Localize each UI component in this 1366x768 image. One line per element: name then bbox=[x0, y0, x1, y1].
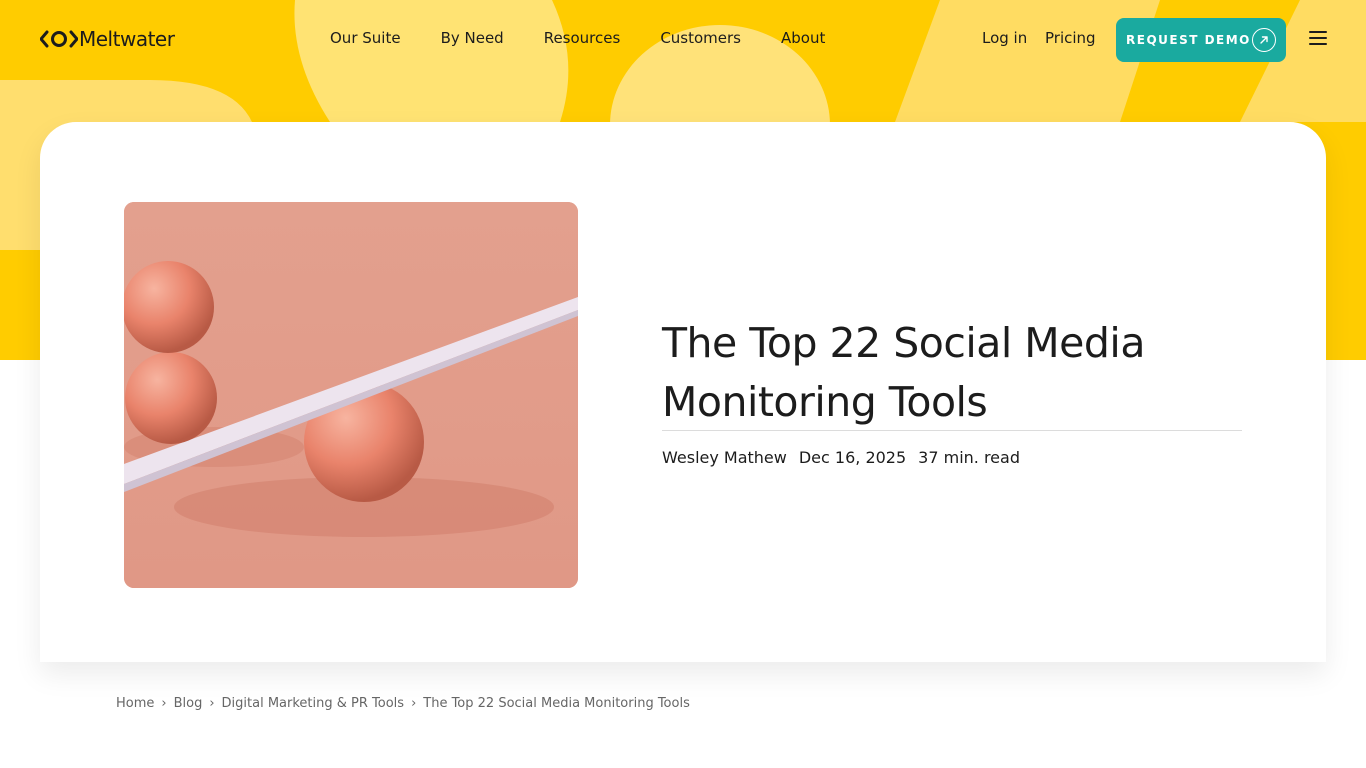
breadcrumb-separator: › bbox=[209, 696, 215, 711]
article-title-line-1: The Top 22 Social Media bbox=[662, 319, 1145, 367]
nav-item-our-suite[interactable]: Our Suite bbox=[330, 29, 401, 47]
nav-item-resources[interactable]: Resources bbox=[544, 29, 621, 47]
breadcrumb-separator: › bbox=[411, 696, 417, 711]
brand-name: Meltwater bbox=[79, 27, 175, 51]
request-demo-label: REQUEST DEMO bbox=[1126, 33, 1251, 47]
title-divider bbox=[662, 430, 1242, 431]
arrow-up-right-icon bbox=[1252, 28, 1276, 52]
site-header: Meltwater Our Suite By Need Resources Cu… bbox=[0, 0, 1366, 80]
hamburger-menu-icon[interactable] bbox=[1309, 31, 1327, 47]
article-meta: Wesley Mathew Dec 16, 2025 37 min. read bbox=[662, 448, 1032, 467]
nav-item-by-need[interactable]: By Need bbox=[441, 29, 504, 47]
brand-logo[interactable]: Meltwater bbox=[40, 26, 175, 52]
article-hero-card: The Top 22 Social Media Monitoring Tools… bbox=[40, 122, 1326, 662]
breadcrumb: Home › Blog › Digital Marketing & PR Too… bbox=[116, 696, 690, 711]
pricing-link[interactable]: Pricing bbox=[1045, 29, 1096, 47]
balance-spheres-illustration bbox=[124, 202, 578, 588]
article-read-time: 37 min. read bbox=[918, 448, 1020, 467]
nav-item-about[interactable]: About bbox=[781, 29, 825, 47]
breadcrumb-separator: › bbox=[161, 696, 167, 711]
nav-item-customers[interactable]: Customers bbox=[660, 29, 741, 47]
article-author[interactable]: Wesley Mathew bbox=[662, 448, 787, 467]
article-title-line-2: Monitoring Tools bbox=[662, 378, 988, 426]
breadcrumb-category[interactable]: Digital Marketing & PR Tools bbox=[222, 696, 405, 711]
breadcrumb-current: The Top 22 Social Media Monitoring Tools bbox=[423, 696, 690, 711]
login-link[interactable]: Log in bbox=[982, 29, 1027, 47]
breadcrumb-home[interactable]: Home bbox=[116, 696, 154, 711]
article-date: Dec 16, 2025 bbox=[798, 448, 907, 467]
article-title: The Top 22 Social Media Monitoring Tools bbox=[662, 314, 1242, 432]
main-nav: Our Suite By Need Resources Customers Ab… bbox=[330, 29, 825, 47]
meltwater-logo-icon bbox=[40, 30, 78, 48]
article-hero-image bbox=[124, 202, 578, 588]
request-demo-button[interactable]: REQUEST DEMO bbox=[1116, 18, 1286, 62]
breadcrumb-blog[interactable]: Blog bbox=[174, 696, 203, 711]
